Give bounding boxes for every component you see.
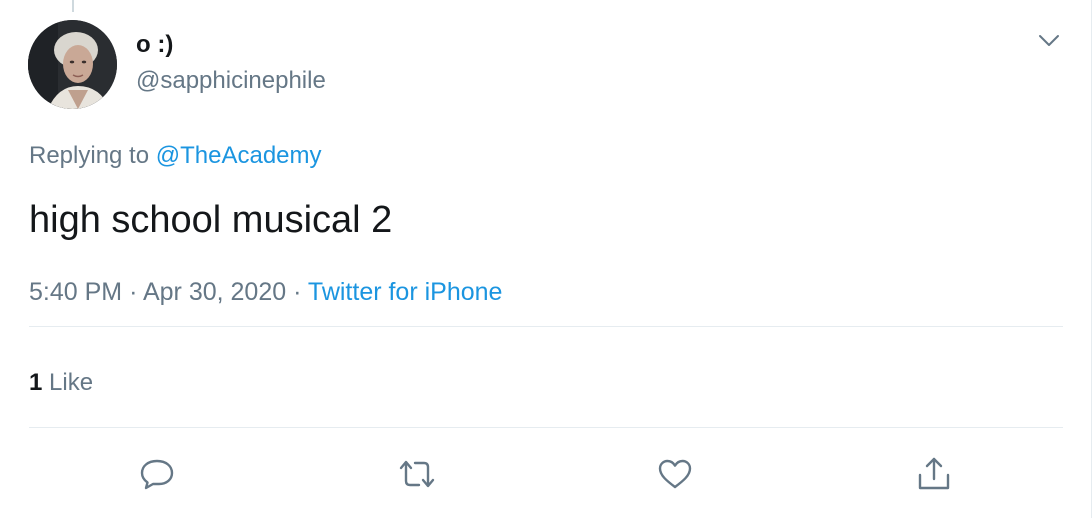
share-button[interactable] [914,455,954,493]
replying-to-label: Replying to [29,142,150,169]
tweet-text: high school musical 2 [29,199,393,241]
tweet-source-link[interactable]: Twitter for iPhone [308,278,503,306]
chevron-down-icon [1039,35,1059,46]
avatar-image [28,20,117,109]
tweet-metadata: 5:40 PM · Apr 30, 2020 · Twitter for iPh… [29,277,502,307]
thread-connector [72,0,74,12]
retweet-icon [399,460,435,488]
divider [29,326,1063,327]
divider [29,427,1063,428]
reply-icon [140,459,174,490]
reply-button[interactable] [137,455,177,493]
like-button[interactable] [655,455,695,493]
tweet-date[interactable]: Apr 30, 2020 [143,278,286,306]
heart-icon [658,459,692,489]
avatar[interactable] [28,20,117,109]
more-options-button[interactable] [1032,26,1066,56]
likes-label: Like [49,369,94,396]
likes-count: 1 [29,369,43,396]
tweet-time[interactable]: 5:40 PM [29,278,122,306]
meta-separator: · [129,278,138,306]
replying-to-mention-link[interactable]: @TheAcademy [156,142,322,169]
share-icon [918,457,950,490]
author-handle[interactable]: @sapphicinephile [136,66,326,96]
likes-summary-link[interactable]: 1 Like [29,368,93,398]
author-display-name[interactable]: o :) [136,30,173,60]
meta-separator: · [293,278,302,306]
retweet-button[interactable] [397,455,437,493]
replying-to-line: Replying to @TheAcademy [29,141,322,171]
